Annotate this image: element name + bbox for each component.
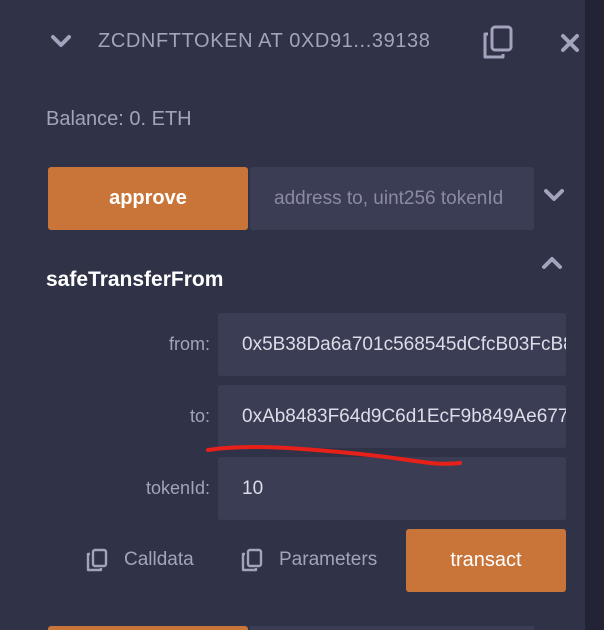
approve-button[interactable]: approve — [48, 167, 248, 230]
from-value: 0x5B38Da6a701c568545dCfcB03FcB875f56bedd… — [242, 333, 566, 355]
parameters-label: Parameters — [279, 549, 378, 570]
contract-header: ZCDNFTTOKEN AT 0XD91...39138 — [0, 0, 585, 86]
copy-icon[interactable] — [482, 25, 514, 64]
copy-calldata-icon — [86, 548, 108, 572]
to-input[interactable]: 0xAb8483F64d9C6d1EcF9b849Ae677dD3315835c… — [218, 385, 566, 448]
approve-expand-chevron-down-icon[interactable] — [543, 187, 565, 203]
copy-parameters-icon — [241, 548, 263, 572]
transact-button[interactable]: transact — [406, 529, 566, 592]
next-function-button[interactable] — [48, 626, 248, 630]
chevron-down-icon[interactable] — [50, 33, 72, 49]
next-function-input[interactable] — [250, 626, 534, 630]
calldata-label: Calldata — [124, 549, 194, 570]
balance-text: Balance: 0. ETH — [46, 108, 192, 130]
calldata-button[interactable]: Calldata — [86, 548, 194, 572]
contract-panel: ZCDNFTTOKEN AT 0XD91...39138 Balance: 0.… — [0, 0, 585, 630]
contract-title: ZCDNFTTOKEN AT 0XD91...39138 — [98, 30, 431, 52]
to-label: to: — [189, 406, 210, 426]
from-input[interactable]: 0x5B38Da6a701c568545dCfcB03FcB875f56bedd… — [218, 313, 566, 376]
tokenid-input[interactable]: 10 — [218, 457, 566, 520]
close-icon[interactable] — [560, 33, 580, 58]
parameters-button[interactable]: Parameters — [241, 548, 377, 572]
collapse-chevron-up-icon[interactable] — [541, 255, 563, 271]
scrollbar-track[interactable] — [585, 0, 604, 630]
approve-args-placeholder: address to, uint256 tokenId — [274, 187, 504, 209]
tokenid-value: 10 — [242, 477, 264, 499]
function-title: safeTransferFrom — [46, 268, 224, 291]
approve-args-input[interactable]: address to, uint256 tokenId — [250, 167, 534, 230]
from-label: from: — [168, 334, 210, 354]
tokenid-label: tokenId: — [145, 478, 210, 498]
to-value: 0xAb8483F64d9C6d1EcF9b849Ae677dD3315835c… — [242, 405, 566, 427]
